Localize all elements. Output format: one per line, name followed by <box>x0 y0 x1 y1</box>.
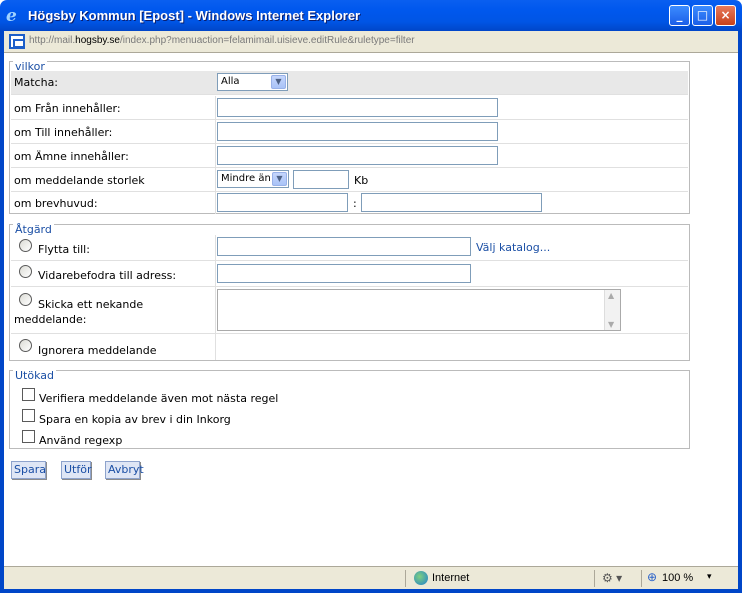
regexp-checkbox[interactable] <box>22 430 35 443</box>
header-label: om brevhuvud: <box>14 197 98 210</box>
page-content: vilkor Matcha: Alla ▼ om Från innehåller… <box>4 54 738 566</box>
to-row: om Till innehåller: <box>11 120 688 144</box>
utokad-section: Utökad Verifiera meddelande även mot näs… <box>9 369 690 449</box>
save-button[interactable]: Spara <box>11 461 46 479</box>
forward-radio[interactable] <box>19 265 32 278</box>
zoom-level[interactable]: 100 % <box>662 572 693 584</box>
from-input[interactable] <box>217 98 498 117</box>
reject-message-textarea[interactable]: ▲ ▼ <box>217 289 621 331</box>
subject-row: om Ämne innehåller: <box>11 144 688 168</box>
match-label: Matcha: <box>14 76 59 89</box>
copy-inbox-label: Spara en kopia av brev i din Inkorg <box>39 413 231 426</box>
from-row: om Från innehåller: <box>11 96 688 120</box>
move-folder-input[interactable] <box>217 237 471 256</box>
match-select-value: Alla <box>221 76 240 87</box>
size-row: om meddelande storlek Mindre än ▼ Kb <box>11 168 688 192</box>
from-label: om Från innehåller: <box>14 102 121 115</box>
window-frame-right <box>738 31 742 593</box>
scroll-down-icon[interactable]: ▼ <box>608 320 614 329</box>
apply-button[interactable]: Utför <box>61 461 92 479</box>
cancel-button[interactable]: Avbryt <box>105 461 144 479</box>
move-row: Flytta till: Välj katalog... <box>11 235 688 261</box>
to-input[interactable] <box>217 122 498 141</box>
size-input[interactable] <box>293 170 349 189</box>
move-radio[interactable] <box>19 239 32 252</box>
match-row: Matcha: Alla ▼ <box>11 71 688 95</box>
reject-label-line2: meddelande: <box>14 313 87 326</box>
ie-icon: e <box>6 6 17 26</box>
window-titlebar: e Högsby Kommun [Epost] - Windows Intern… <box>0 0 742 31</box>
header-name-input[interactable] <box>217 193 348 212</box>
forward-address-input[interactable] <box>217 264 471 283</box>
close-button[interactable]: × <box>715 5 736 26</box>
subject-label: om Ämne innehåller: <box>14 150 129 163</box>
window-title: Högsby Kommun [Epost] - Windows Internet… <box>28 8 361 23</box>
zoom-icon[interactable]: ⊕ <box>647 570 657 584</box>
match-select[interactable]: Alla ▼ <box>217 73 288 91</box>
size-comparison-select[interactable]: Mindre än ▼ <box>217 170 289 188</box>
page-icon <box>9 34 25 49</box>
copy-inbox-checkbox[interactable] <box>22 409 35 422</box>
internet-zone-icon <box>414 571 428 585</box>
reject-label-line1: Skicka ett nekande <box>38 298 144 311</box>
discard-radio[interactable] <box>19 339 32 352</box>
header-row: om brevhuvud: : <box>11 192 688 214</box>
address-url[interactable]: http://mail.hogsby.se/index.php?menuacti… <box>29 35 415 46</box>
chevron-down-icon: ▼ <box>272 172 287 186</box>
header-separator: : <box>353 197 357 210</box>
subject-input[interactable] <box>217 146 498 165</box>
status-bar: Internet ⚙ ▾ ⊕ 100 % ▾ <box>4 566 738 589</box>
address-bar[interactable]: http://mail.hogsby.se/index.php?menuacti… <box>3 31 739 53</box>
chevron-down-icon: ▼ <box>271 75 286 89</box>
security-zone-label: Internet <box>432 572 470 584</box>
verify-label: Verifiera meddelande även mot nästa rege… <box>39 392 279 405</box>
move-label: Flytta till: <box>38 243 90 256</box>
size-label: om meddelande storlek <box>14 174 145 187</box>
to-label: om Till innehåller: <box>14 126 113 139</box>
reject-radio[interactable] <box>19 293 32 306</box>
size-select-value: Mindre än <box>221 173 271 184</box>
zoom-chevron-down-icon[interactable]: ▾ <box>707 571 712 582</box>
atgard-section: Åtgärd Flytta till: Välj katalog... Vida… <box>9 223 690 361</box>
forward-label: Vidarebefodra till adress: <box>38 269 177 282</box>
regexp-label: Använd regexp <box>39 434 123 447</box>
header-value-input[interactable] <box>361 193 542 212</box>
minimize-button[interactable]: _ <box>669 5 690 26</box>
textarea-scrollbar[interactable]: ▲ ▼ <box>604 290 620 330</box>
size-unit: Kb <box>354 174 369 187</box>
window-frame-bottom <box>0 589 742 593</box>
choose-folder-link[interactable]: Välj katalog... <box>476 241 550 254</box>
vilkor-section: vilkor Matcha: Alla ▼ om Från innehåller… <box>9 60 690 214</box>
scroll-up-icon[interactable]: ▲ <box>608 291 614 300</box>
reject-row: Skicka ett nekande meddelande: ▲ ▼ <box>11 287 688 334</box>
discard-label: Ignorera meddelande <box>38 344 157 357</box>
discard-row: Ignorera meddelande <box>11 334 688 360</box>
verify-checkbox[interactable] <box>22 388 35 401</box>
protected-mode-icon[interactable]: ⚙ ▾ <box>602 571 622 585</box>
forward-row: Vidarebefodra till adress: <box>11 261 688 287</box>
utokad-legend: Utökad <box>13 369 56 382</box>
maximize-button[interactable]: □ <box>692 5 713 26</box>
